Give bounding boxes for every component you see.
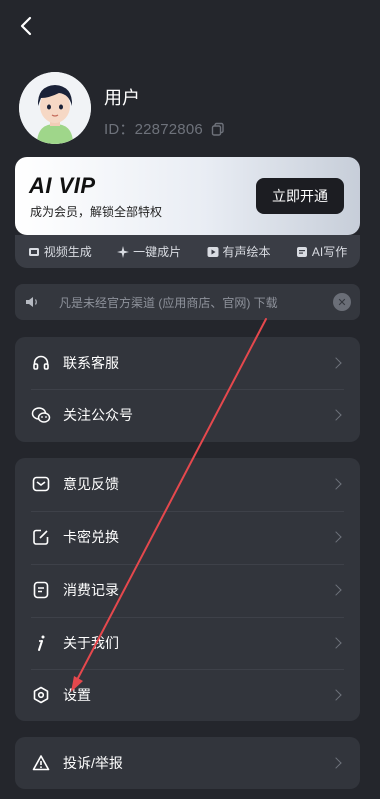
chevron-right-icon bbox=[330, 637, 342, 649]
feature-label: 视频生成 bbox=[43, 245, 92, 259]
menu-item-label: 设置 bbox=[63, 687, 91, 703]
menu-item-purchase-history[interactable]: 消费记录 bbox=[15, 564, 360, 616]
feature-audiobook[interactable]: 有声绘本 bbox=[207, 243, 271, 260]
vip-logo: AI VIP bbox=[29, 173, 96, 198]
chevron-right-icon bbox=[330, 757, 342, 769]
headset-icon bbox=[31, 353, 51, 373]
feature-strip: 视频生成 一键成片 有声绘本 AI写作 bbox=[15, 235, 360, 268]
video-icon bbox=[28, 247, 39, 256]
menu-item-label: 关于我们 bbox=[63, 635, 119, 651]
settings-icon bbox=[31, 685, 51, 705]
menu-item-label: 卡密兑换 bbox=[63, 529, 119, 545]
chevron-right-icon bbox=[330, 584, 342, 596]
chevron-right-icon bbox=[330, 689, 342, 701]
divider bbox=[31, 617, 344, 618]
edit-icon bbox=[31, 527, 51, 547]
play-icon bbox=[207, 246, 218, 257]
avatar-illustration bbox=[19, 72, 91, 144]
feature-oneclick[interactable]: 一键成片 bbox=[117, 243, 181, 260]
menu-item-label: 联系客服 bbox=[63, 355, 119, 371]
notice-bar: 凡是未经官方渠道 (应用商店、官网) 下载 ✕ bbox=[15, 284, 360, 320]
feature-ai-writing[interactable]: AI写作 bbox=[296, 243, 347, 260]
feature-video[interactable]: 视频生成 bbox=[28, 243, 92, 260]
notice-text: 凡是未经官方渠道 (应用商店、官网) 下载 bbox=[59, 295, 278, 310]
divider bbox=[31, 669, 344, 670]
feature-label: 有声绘本 bbox=[222, 245, 271, 259]
user-id: ID：22872806 bbox=[104, 118, 225, 139]
back-button[interactable] bbox=[12, 12, 40, 40]
menu-item-settings[interactable]: 设置 bbox=[15, 669, 360, 721]
menu-item-label: 消费记录 bbox=[63, 582, 119, 598]
speaker-icon bbox=[26, 297, 37, 307]
chevron-right-icon bbox=[330, 531, 342, 543]
document-icon bbox=[296, 246, 307, 257]
close-icon[interactable]: ✕ bbox=[333, 293, 351, 311]
menu-item-label: 投诉/举报 bbox=[63, 755, 123, 771]
chevron-right-icon bbox=[330, 409, 342, 421]
copy-icon[interactable] bbox=[211, 122, 225, 136]
vip-subtitle: 成为会员，解锁全部特权 bbox=[30, 205, 163, 219]
warning-icon bbox=[31, 753, 51, 773]
chevron-right-icon bbox=[330, 478, 342, 490]
feature-label: AI写作 bbox=[311, 245, 348, 259]
record-icon bbox=[31, 580, 51, 600]
user-id-text: ID：22872806 bbox=[104, 121, 203, 138]
feedback-icon bbox=[31, 474, 51, 494]
menu-item-label: 关注公众号 bbox=[63, 407, 133, 423]
menu-item-feedback[interactable]: 意见反馈 bbox=[15, 458, 360, 510]
info-icon bbox=[31, 633, 51, 653]
username: 用户 bbox=[104, 88, 140, 108]
vip-card[interactable]: AI VIP 成为会员，解锁全部特权 立即开通 bbox=[15, 157, 360, 235]
menu-item-card-redeem[interactable]: 卡密兑换 bbox=[15, 511, 360, 563]
chevron-right-icon bbox=[330, 357, 342, 369]
sparkle-icon bbox=[117, 245, 130, 258]
avatar[interactable] bbox=[19, 72, 91, 144]
wechat-icon bbox=[31, 405, 51, 425]
menu-item-follow-account[interactable]: 关注公众号 bbox=[15, 389, 360, 441]
divider bbox=[31, 389, 344, 390]
menu-item-label: 意见反馈 bbox=[63, 476, 119, 492]
menu-item-about-us[interactable]: 关于我们 bbox=[15, 617, 360, 669]
menu-item-contact-service[interactable]: 联系客服 bbox=[15, 337, 360, 389]
divider bbox=[31, 564, 344, 565]
vip-open-button[interactable]: 立即开通 bbox=[256, 178, 344, 214]
menu-item-complaint-report[interactable]: 投诉/举报 bbox=[15, 737, 360, 789]
divider bbox=[31, 511, 344, 512]
feature-label: 一键成片 bbox=[133, 245, 182, 259]
menu-group-report: 投诉/举报 bbox=[15, 737, 360, 789]
back-arrow-icon bbox=[20, 16, 32, 36]
menu-group-general: 意见反馈 卡密兑换 消费记录 关于我们 设置 bbox=[15, 458, 360, 721]
